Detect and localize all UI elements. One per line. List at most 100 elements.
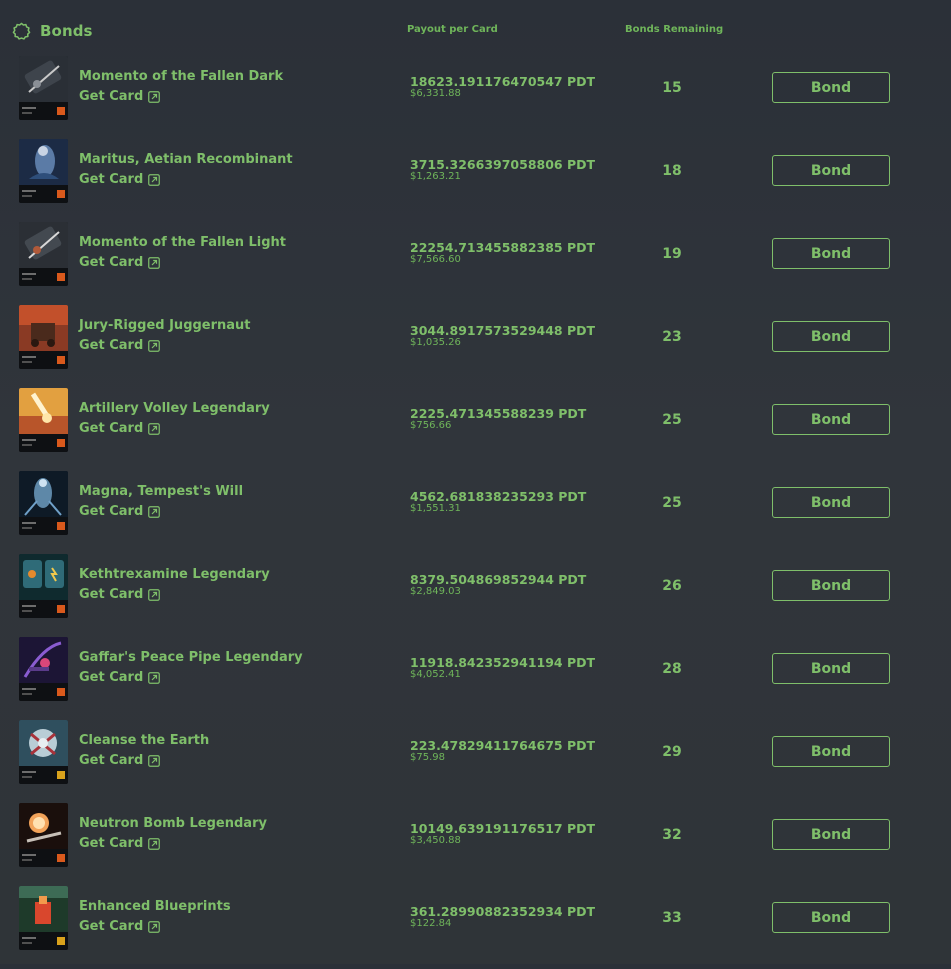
payout-usd: $122.84 <box>410 918 452 929</box>
get-card-label: Get Card <box>79 338 144 353</box>
bond-row: Gaffar's Peace Pipe Legendary Get Card 1… <box>0 637 951 720</box>
external-link-icon <box>148 754 161 767</box>
card-thumbnail[interactable] <box>19 720 68 784</box>
card-name: Enhanced Blueprints <box>79 899 231 914</box>
bond-row: Jury-Rigged Juggernaut Get Card 3044.891… <box>0 305 951 388</box>
card-name: Momento of the Fallen Dark <box>79 69 284 84</box>
payout-pdt: 10149.639191176517 PDT <box>410 821 596 836</box>
bond-button[interactable]: Bond <box>772 321 890 352</box>
get-card-link[interactable]: Get Card <box>79 338 161 353</box>
bond-row: Neutron Bomb Legendary Get Card 10149.63… <box>0 803 951 886</box>
get-card-link[interactable]: Get Card <box>79 670 161 685</box>
get-card-link[interactable]: Get Card <box>79 255 161 270</box>
get-card-label: Get Card <box>79 836 144 851</box>
card-name: Kethtrexamine Legendary <box>79 567 270 582</box>
get-card-link[interactable]: Get Card <box>79 89 161 104</box>
bond-row: Momento of the Fallen Light Get Card 222… <box>0 222 951 305</box>
card-name: Magna, Tempest's Will <box>79 484 244 499</box>
payout-usd: $7,566.60 <box>410 254 461 265</box>
payout-usd: $3,450.88 <box>410 835 461 846</box>
card-name: Neutron Bomb Legendary <box>79 816 267 831</box>
bond-button[interactable]: Bond <box>772 570 890 601</box>
card-thumbnail[interactable] <box>19 554 68 618</box>
get-card-link[interactable]: Get Card <box>79 836 161 851</box>
get-card-link[interactable]: Get Card <box>79 172 161 187</box>
bond-button[interactable]: Bond <box>772 238 890 269</box>
bond-button[interactable]: Bond <box>772 487 890 518</box>
card-thumbnail[interactable] <box>19 886 68 950</box>
bond-row: Enhanced Blueprints Get Card 361.2899088… <box>0 886 951 969</box>
card-thumbnail[interactable] <box>19 305 68 369</box>
bond-row: Maritus, Aetian Recombinant Get Card 371… <box>0 139 951 222</box>
bond-button[interactable]: Bond <box>772 736 890 767</box>
external-link-icon <box>148 837 161 850</box>
payout-pdt: 8379.504869852944 PDT <box>410 572 587 587</box>
get-card-label: Get Card <box>79 255 144 270</box>
column-header-payout: Payout per Card <box>407 24 498 35</box>
bond-row: Momento of the Fallen Dark Get Card 1862… <box>0 56 951 139</box>
bonds-remaining: 33 <box>662 910 682 926</box>
bond-row: Magna, Tempest's Will Get Card 4562.6818… <box>0 471 951 554</box>
card-thumbnail[interactable] <box>19 388 68 452</box>
get-card-link[interactable]: Get Card <box>79 421 161 436</box>
external-link-icon <box>148 920 161 933</box>
external-link-icon <box>148 339 161 352</box>
section-title: Bonds <box>12 20 93 42</box>
get-card-link[interactable]: Get Card <box>79 504 161 519</box>
payout-usd: $1,035.26 <box>410 337 461 348</box>
external-link-icon <box>148 422 161 435</box>
bonds-remaining: 28 <box>662 661 682 677</box>
payout-usd: $1,551.31 <box>410 503 461 514</box>
get-card-link[interactable]: Get Card <box>79 587 161 602</box>
payout-pdt: 2225.471345588239 PDT <box>410 406 587 421</box>
card-thumbnail[interactable] <box>19 803 68 867</box>
bond-row: Cleanse the Earth Get Card 223.478294117… <box>0 720 951 803</box>
get-card-label: Get Card <box>79 504 144 519</box>
get-card-label: Get Card <box>79 919 144 934</box>
bond-button[interactable]: Bond <box>772 72 890 103</box>
card-thumbnail[interactable] <box>19 637 68 701</box>
payout-usd: $2,849.03 <box>410 586 461 597</box>
page-title: Bonds <box>40 22 93 40</box>
payout-pdt: 223.47829411764675 PDT <box>410 738 596 753</box>
card-name: Artillery Volley Legendary <box>79 401 270 416</box>
bond-button[interactable]: Bond <box>772 902 890 933</box>
get-card-label: Get Card <box>79 172 144 187</box>
payout-pdt: 3715.3266397058806 PDT <box>410 157 596 172</box>
payout-pdt: 22254.713455882385 PDT <box>410 240 596 255</box>
get-card-label: Get Card <box>79 753 144 768</box>
card-name: Jury-Rigged Juggernaut <box>79 318 251 333</box>
card-thumbnail[interactable] <box>19 471 68 535</box>
get-card-link[interactable]: Get Card <box>79 919 161 934</box>
bonds-remaining: 25 <box>662 495 682 511</box>
bonds-remaining: 19 <box>662 246 682 262</box>
card-thumbnail[interactable] <box>19 139 68 203</box>
bond-button[interactable]: Bond <box>772 653 890 684</box>
external-link-icon <box>148 90 161 103</box>
external-link-icon <box>148 505 161 518</box>
payout-pdt: 4562.681838235293 PDT <box>410 489 587 504</box>
payout-usd: $1,263.21 <box>410 171 461 182</box>
bond-row: Kethtrexamine Legendary Get Card 8379.50… <box>0 554 951 637</box>
payout-usd: $756.66 <box>410 420 452 431</box>
payout-usd: $6,331.88 <box>410 88 461 99</box>
gear-outline-icon <box>12 22 31 41</box>
get-card-link[interactable]: Get Card <box>79 753 161 768</box>
get-card-label: Get Card <box>79 421 144 436</box>
external-link-icon <box>148 588 161 601</box>
payout-pdt: 18623.191176470547 PDT <box>410 74 596 89</box>
bond-button[interactable]: Bond <box>772 404 890 435</box>
bond-button[interactable]: Bond <box>772 155 890 186</box>
payout-usd: $4,052.41 <box>410 669 461 680</box>
bonds-remaining: 25 <box>662 412 682 428</box>
card-thumbnail[interactable] <box>19 56 68 120</box>
bond-row: Artillery Volley Legendary Get Card 2225… <box>0 388 951 471</box>
card-name: Maritus, Aetian Recombinant <box>79 152 293 167</box>
external-link-icon <box>148 256 161 269</box>
bond-button[interactable]: Bond <box>772 819 890 850</box>
bonds-remaining: 29 <box>662 744 682 760</box>
payout-pdt: 3044.8917573529448 PDT <box>410 323 596 338</box>
card-thumbnail[interactable] <box>19 222 68 286</box>
bonds-list: Momento of the Fallen Dark Get Card 1862… <box>0 56 951 969</box>
card-name: Momento of the Fallen Light <box>79 235 286 250</box>
